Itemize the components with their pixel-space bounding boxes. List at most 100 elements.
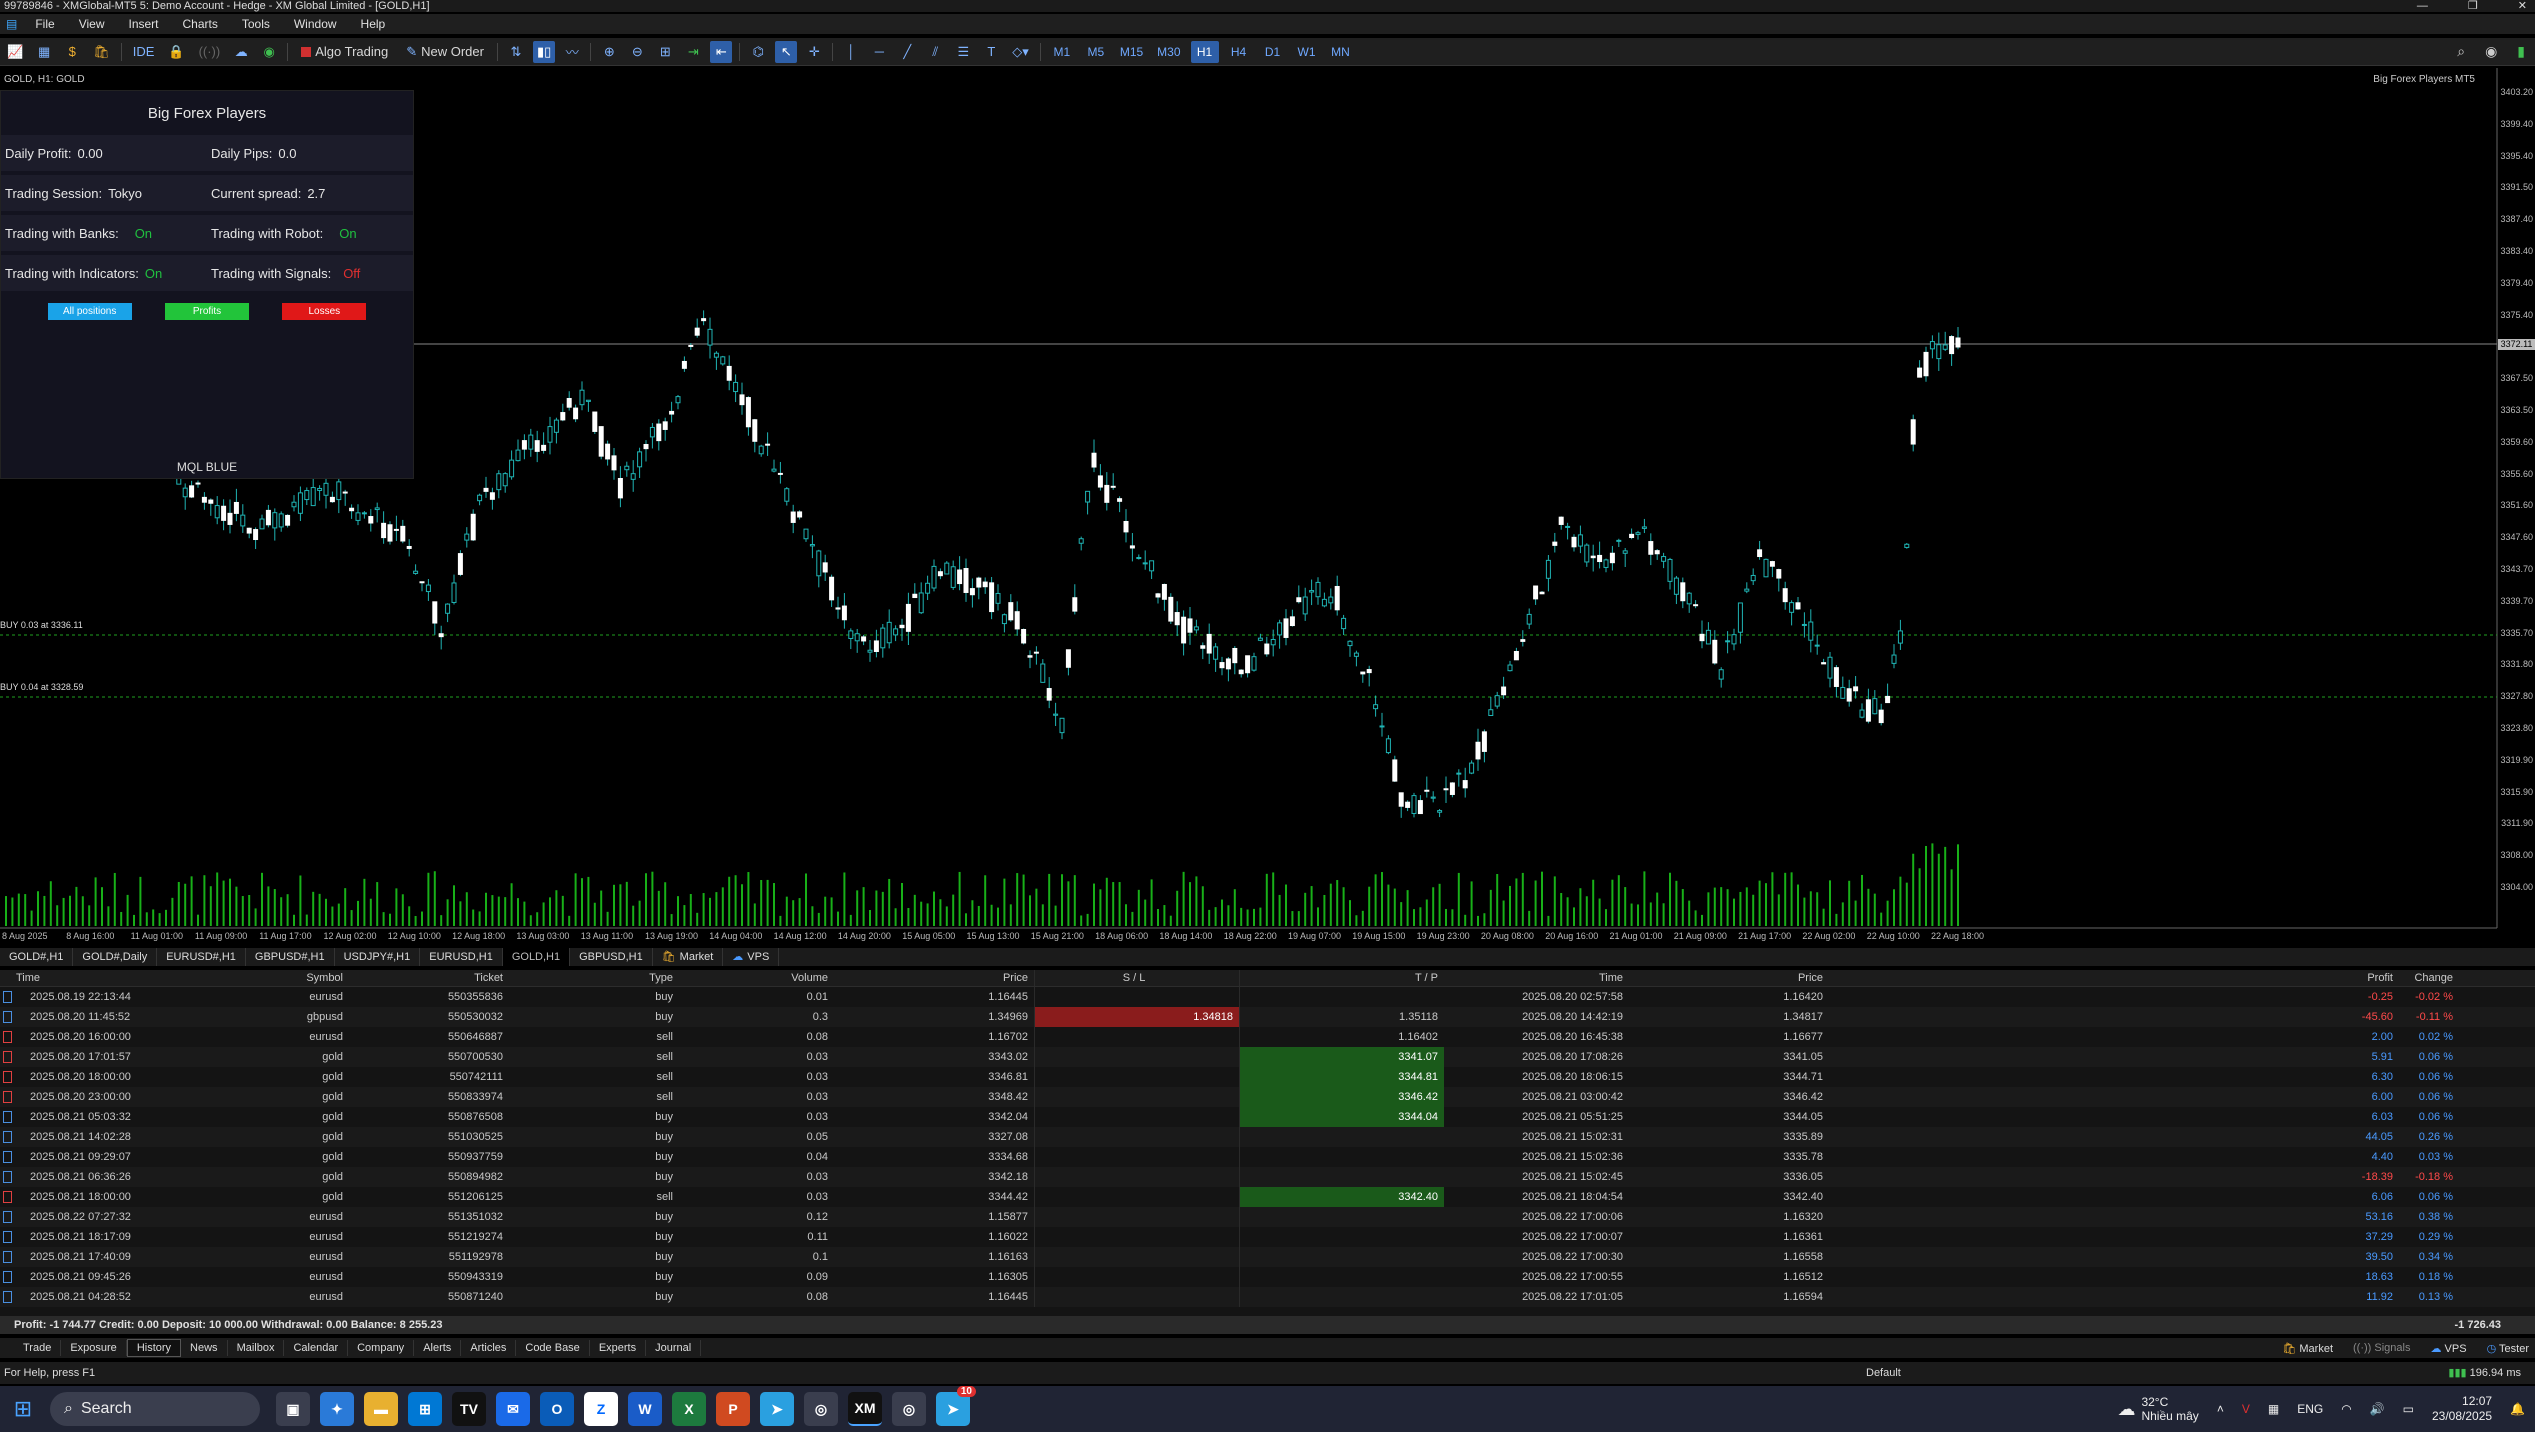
account-icon[interactable]: ◉ bbox=[2485, 43, 2497, 60]
tab-company[interactable]: Company bbox=[348, 1340, 415, 1356]
col-time[interactable]: Time bbox=[14, 970, 169, 986]
depth-icon[interactable]: ⇅ bbox=[505, 41, 527, 63]
bell-icon[interactable]: 🔔 bbox=[2510, 1402, 2525, 1416]
vps-icon[interactable]: ◉ bbox=[258, 41, 280, 63]
tab-experts[interactable]: Experts bbox=[590, 1340, 647, 1356]
chart-tab[interactable]: GBPUSD#,H1 bbox=[246, 948, 335, 966]
line-chart-icon[interactable]: 〰 bbox=[561, 41, 583, 63]
weather-widget[interactable]: ☁ 32°C Nhiều mây bbox=[2117, 1395, 2198, 1423]
signal-strength-icon[interactable]: ▮ bbox=[2517, 43, 2525, 60]
ide-button[interactable]: IDE bbox=[129, 41, 159, 63]
tab-trade[interactable]: Trade bbox=[14, 1340, 62, 1356]
dollar-icon[interactable]: $ bbox=[61, 41, 83, 63]
table-row[interactable]: 2025.08.22 07:27:32 eurusd 551351032 buy 0.1… bbox=[0, 1207, 2535, 1227]
tray-icon[interactable]: ▦ bbox=[2268, 1402, 2279, 1416]
col-close-time[interactable]: Time bbox=[1444, 970, 1629, 986]
powerpoint-icon[interactable]: P bbox=[716, 1392, 750, 1426]
chart-tab[interactable]: USDJPY#,H1 bbox=[335, 948, 421, 966]
app-tray-icon[interactable]: V bbox=[2242, 1402, 2250, 1416]
close-button[interactable]: ✕ bbox=[2518, 0, 2527, 12]
chart-tab-active[interactable]: GOLD,H1 bbox=[502, 948, 571, 966]
tab-articles[interactable]: Articles bbox=[461, 1340, 517, 1356]
col-profit[interactable]: Profit bbox=[1829, 970, 2399, 986]
col-change[interactable]: Change bbox=[2399, 970, 2459, 986]
trendline-icon[interactable]: ╱ bbox=[896, 41, 918, 63]
signals-link[interactable]: ((·)) Signals bbox=[2353, 1342, 2410, 1355]
table-row[interactable]: 2025.08.21 18:17:09 eurusd 551219274 buy 0.1… bbox=[0, 1227, 2535, 1247]
chrome-icon-2[interactable]: ◎ bbox=[892, 1392, 926, 1426]
market-tab[interactable]: 🛍 Market bbox=[653, 948, 724, 966]
chart-tab[interactable]: GBPUSD,H1 bbox=[570, 948, 653, 966]
tf-m5[interactable]: M5 bbox=[1082, 41, 1110, 63]
tab-calendar[interactable]: Calendar bbox=[284, 1340, 349, 1356]
fibonacci-icon[interactable]: ☰ bbox=[952, 41, 974, 63]
zoom-in-icon[interactable]: ⊕ bbox=[598, 41, 620, 63]
outlook-icon[interactable]: O bbox=[540, 1392, 574, 1426]
tester-link[interactable]: ◷ Tester bbox=[2487, 1342, 2529, 1355]
col-type[interactable]: Type bbox=[509, 970, 679, 986]
volume-icon[interactable]: 🔊 bbox=[2370, 1402, 2385, 1416]
indicators-icon[interactable]: ⌬ bbox=[747, 41, 769, 63]
clock[interactable]: 12:07 23/08/2025 bbox=[2432, 1394, 2492, 1424]
tab-mailbox[interactable]: Mailbox bbox=[228, 1340, 285, 1356]
cloud-icon[interactable]: ☁ bbox=[230, 41, 252, 63]
col-symbol[interactable]: Symbol bbox=[169, 970, 349, 986]
table-row[interactable]: 2025.08.20 16:00:00 eurusd 550646887 sell 0.… bbox=[0, 1027, 2535, 1047]
profiles-icon[interactable]: ▦ bbox=[33, 41, 55, 63]
tradingview-icon[interactable]: TV bbox=[452, 1392, 486, 1426]
zalo-icon[interactable]: Z bbox=[584, 1392, 618, 1426]
tf-w1[interactable]: W1 bbox=[1293, 41, 1321, 63]
vps-link[interactable]: ☁ VPS bbox=[2430, 1342, 2466, 1355]
shapes-icon[interactable]: ◇▾ bbox=[1008, 41, 1033, 63]
chart-tab[interactable]: GOLD#,Daily bbox=[73, 948, 158, 966]
vps-tab[interactable]: ☁ VPS bbox=[723, 948, 780, 966]
col-price[interactable]: Price bbox=[834, 970, 1034, 986]
table-row[interactable]: 2025.08.21 09:29:07 gold 550937759 buy 0.04 3… bbox=[0, 1147, 2535, 1167]
table-row[interactable]: 2025.08.21 04:28:52 eurusd 550871240 buy 0.0… bbox=[0, 1287, 2535, 1307]
task-view-icon[interactable]: ▣ bbox=[276, 1392, 310, 1426]
horizontal-line-icon[interactable]: ─ bbox=[868, 41, 890, 63]
word-icon[interactable]: W bbox=[628, 1392, 662, 1426]
channel-icon[interactable]: ⫽ bbox=[924, 41, 946, 63]
col-close-price[interactable]: Price bbox=[1629, 970, 1829, 986]
tf-mn[interactable]: MN bbox=[1327, 41, 1355, 63]
table-row[interactable]: 2025.08.19 22:13:44 eurusd 550355836 buy 0.0… bbox=[0, 987, 2535, 1007]
table-row[interactable]: 2025.08.20 17:01:57 gold 550700530 sell 0.03… bbox=[0, 1047, 2535, 1067]
file-explorer-icon[interactable]: ▬ bbox=[364, 1392, 398, 1426]
table-row[interactable]: 2025.08.20 23:00:00 gold 550833974 sell 0.03… bbox=[0, 1087, 2535, 1107]
price-chart[interactable]: GOLD, H1: GOLD Big Forex Players MT5 340… bbox=[0, 68, 2535, 947]
zoom-out-icon[interactable]: ⊖ bbox=[626, 41, 648, 63]
table-row[interactable]: 2025.08.21 05:03:32 gold 550876508 buy 0.03 3… bbox=[0, 1107, 2535, 1127]
menu-help[interactable]: Help bbox=[349, 17, 398, 31]
tab-history[interactable]: History bbox=[126, 1339, 182, 1357]
table-row[interactable]: 2025.08.21 06:36:26 gold 550894982 buy 0.03 3… bbox=[0, 1167, 2535, 1187]
new-chart-icon[interactable]: 📈 bbox=[3, 41, 27, 63]
menu-file[interactable]: File bbox=[23, 17, 66, 31]
xm-app-icon[interactable]: XM bbox=[848, 1392, 882, 1426]
autoscroll-icon[interactable]: ⇥ bbox=[682, 41, 704, 63]
col-volume[interactable]: Volume bbox=[679, 970, 834, 986]
grid-icon[interactable]: ⊞ bbox=[654, 41, 676, 63]
new-order-button[interactable]: ✎ New Order bbox=[400, 41, 490, 63]
table-row[interactable]: 2025.08.21 18:00:00 gold 551206125 sell 0.03… bbox=[0, 1187, 2535, 1207]
taskbar-search[interactable]: ⌕ Search bbox=[50, 1392, 260, 1426]
tf-d1[interactable]: D1 bbox=[1259, 41, 1287, 63]
wifi-icon[interactable]: ◠ bbox=[2341, 1402, 2351, 1416]
minimize-button[interactable]: — bbox=[2417, 0, 2428, 12]
search-icon[interactable]: ⌕ bbox=[2457, 43, 2465, 60]
chart-tab[interactable]: EURUSD#,H1 bbox=[157, 948, 246, 966]
table-row[interactable]: 2025.08.20 11:45:52 gbpusd 550530032 buy 0.3… bbox=[0, 1007, 2535, 1027]
messenger-icon[interactable]: ✉ bbox=[496, 1392, 530, 1426]
menu-window[interactable]: Window bbox=[282, 17, 349, 31]
status-profile[interactable]: Default bbox=[1866, 1362, 1901, 1384]
market-icon[interactable]: 🛍 bbox=[89, 41, 114, 63]
col-sl[interactable]: S / L bbox=[1034, 970, 1239, 986]
profits-button[interactable]: Profits bbox=[164, 303, 249, 320]
tf-m30[interactable]: M30 bbox=[1153, 41, 1184, 63]
all-positions-button[interactable]: All positions bbox=[47, 303, 132, 320]
table-row[interactable]: 2025.08.21 09:45:26 eurusd 550943319 buy 0.0… bbox=[0, 1267, 2535, 1287]
chart-tab[interactable]: GOLD#,H1 bbox=[0, 948, 74, 966]
table-row[interactable]: 2025.08.21 17:40:09 eurusd 551192978 buy 0.1… bbox=[0, 1247, 2535, 1267]
menu-view[interactable]: View bbox=[67, 17, 117, 31]
col-ticket[interactable]: Ticket bbox=[349, 970, 509, 986]
